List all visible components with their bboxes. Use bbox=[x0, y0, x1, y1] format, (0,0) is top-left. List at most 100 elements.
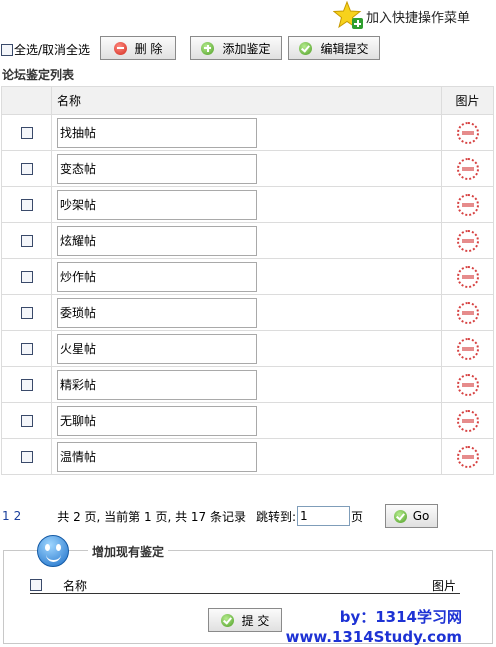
watermark-line2: www.1314Study.com bbox=[285, 628, 462, 646]
quick-add-menu-link[interactable]: 加入快捷操作菜单 bbox=[332, 0, 470, 29]
row-picture-cell bbox=[441, 366, 494, 403]
row-picture-cell bbox=[441, 330, 494, 367]
check-icon bbox=[393, 509, 407, 523]
row-name-input[interactable]: 炫耀帖 bbox=[57, 225, 257, 256]
row-checkbox[interactable] bbox=[20, 127, 33, 139]
row-checkbox[interactable] bbox=[20, 343, 33, 355]
smiley-icon bbox=[37, 535, 69, 567]
row-picture-cell bbox=[441, 438, 494, 475]
pagination: 1 2 共 2 页, 当前第 1 页, 共 17 条记录 跳转到: 页 Go bbox=[2, 504, 496, 528]
select-all[interactable]: 全选/取消全选 bbox=[1, 41, 90, 58]
list-title: 论坛鉴定列表 bbox=[2, 68, 75, 82]
row-name-input[interactable]: 火星帖 bbox=[57, 333, 257, 364]
stamp-icon bbox=[456, 301, 479, 324]
row-checkbox-cell bbox=[1, 150, 52, 187]
row-name-cell: 炫耀帖 bbox=[51, 222, 442, 259]
row-picture-cell bbox=[441, 294, 494, 331]
stamp-icon bbox=[456, 157, 479, 180]
row-checkbox[interactable] bbox=[20, 415, 33, 427]
go-button[interactable]: Go bbox=[385, 504, 439, 528]
page-link-1[interactable]: 1 bbox=[2, 509, 10, 523]
stamp-icon bbox=[456, 265, 479, 288]
row-picture-cell bbox=[441, 222, 494, 259]
appraisal-table: 名称 图片 找抽帖变态帖吵架帖炫耀帖炒作帖委琐帖火星帖精彩帖无聊帖温情帖 bbox=[1, 86, 494, 475]
row-checkbox-cell bbox=[1, 294, 52, 331]
select-all-checkbox[interactable] bbox=[1, 43, 13, 56]
submit-button[interactable]: 提 交 bbox=[208, 608, 282, 632]
row-checkbox-cell bbox=[1, 258, 52, 295]
select-all-label: 全选/取消全选 bbox=[14, 43, 91, 57]
row-checkbox-cell bbox=[1, 366, 52, 403]
page-unit: 页 bbox=[351, 509, 364, 524]
stamp-icon bbox=[456, 337, 479, 360]
row-name-input[interactable]: 找抽帖 bbox=[57, 117, 257, 148]
stamp-icon bbox=[456, 373, 479, 396]
row-checkbox[interactable] bbox=[20, 379, 33, 391]
table-row: 委琐帖 bbox=[1, 294, 494, 331]
stamp-icon bbox=[456, 229, 479, 252]
page-info: 共 2 页, 当前第 1 页, 共 17 条记录 bbox=[57, 509, 246, 524]
add-button-label: 添加鉴定 bbox=[222, 41, 271, 56]
row-checkbox[interactable] bbox=[20, 307, 33, 319]
row-name-cell: 火星帖 bbox=[51, 330, 442, 367]
add-existing-header: 名称 图片 bbox=[30, 577, 460, 594]
page-link-2[interactable]: 2 bbox=[14, 509, 22, 523]
row-picture-cell bbox=[441, 150, 494, 187]
row-name-cell: 炒作帖 bbox=[51, 258, 442, 295]
row-checkbox[interactable] bbox=[20, 451, 33, 463]
stamp-icon bbox=[456, 193, 479, 216]
row-checkbox[interactable] bbox=[20, 199, 33, 211]
row-checkbox-cell bbox=[1, 330, 52, 367]
add-appraisal-button[interactable]: 添加鉴定 bbox=[190, 36, 282, 60]
row-picture-cell bbox=[441, 114, 494, 151]
row-checkbox[interactable] bbox=[20, 235, 33, 247]
add-col-picture: 图片 bbox=[431, 578, 456, 593]
row-name-cell: 找抽帖 bbox=[51, 114, 442, 151]
table-row: 吵架帖 bbox=[1, 186, 494, 223]
edit-submit-button[interactable]: 编辑提交 bbox=[288, 36, 380, 60]
watermark-line1: by：1314学习网 bbox=[339, 608, 462, 626]
row-picture-cell bbox=[441, 402, 494, 439]
delete-button-label: 删 除 bbox=[134, 41, 163, 56]
row-name-input[interactable]: 精彩帖 bbox=[57, 369, 257, 400]
row-checkbox[interactable] bbox=[20, 271, 33, 283]
table-row: 精彩帖 bbox=[1, 366, 494, 403]
row-name-input[interactable]: 委琐帖 bbox=[57, 297, 257, 328]
header-picture: 图片 bbox=[441, 86, 494, 115]
jump-page-input[interactable] bbox=[297, 506, 351, 526]
row-name-input[interactable]: 吵架帖 bbox=[57, 189, 257, 220]
header-name: 名称 bbox=[51, 86, 442, 115]
jump-label: 跳转到: bbox=[255, 509, 297, 524]
add-col-name: 名称 bbox=[63, 578, 88, 593]
submit-button-label: 提 交 bbox=[241, 613, 270, 628]
row-picture-cell bbox=[441, 186, 494, 223]
delete-button[interactable]: 删 除 bbox=[100, 36, 176, 60]
row-picture-cell bbox=[441, 258, 494, 295]
header-checkbox-col bbox=[1, 86, 52, 115]
add-icon bbox=[201, 41, 215, 55]
row-name-cell: 委琐帖 bbox=[51, 294, 442, 331]
watermark: by：1314学习网 www.1314Study.com bbox=[286, 607, 462, 647]
row-name-input[interactable]: 炒作帖 bbox=[57, 261, 257, 292]
row-checkbox-cell bbox=[1, 222, 52, 259]
check-icon bbox=[299, 41, 313, 55]
edit-button-label: 编辑提交 bbox=[320, 41, 369, 56]
row-checkbox-cell bbox=[1, 114, 52, 151]
stamp-icon bbox=[456, 121, 479, 144]
row-name-input[interactable]: 变态帖 bbox=[57, 153, 257, 184]
delete-icon bbox=[113, 41, 127, 55]
row-name-input[interactable]: 无聊帖 bbox=[57, 405, 257, 436]
table-row: 变态帖 bbox=[1, 150, 494, 187]
row-name-cell: 精彩帖 bbox=[51, 366, 442, 403]
row-name-input[interactable]: 温情帖 bbox=[57, 441, 257, 472]
row-name-cell: 温情帖 bbox=[51, 438, 442, 475]
go-button-label: Go bbox=[412, 509, 430, 523]
table-row: 炫耀帖 bbox=[1, 222, 494, 259]
add-select-all-checkbox[interactable] bbox=[30, 579, 42, 591]
row-name-cell: 吵架帖 bbox=[51, 186, 442, 223]
row-name-cell: 变态帖 bbox=[51, 150, 442, 187]
table-row: 无聊帖 bbox=[1, 402, 494, 439]
table-row: 火星帖 bbox=[1, 330, 494, 367]
row-checkbox[interactable] bbox=[20, 163, 33, 175]
check-icon bbox=[220, 613, 234, 627]
